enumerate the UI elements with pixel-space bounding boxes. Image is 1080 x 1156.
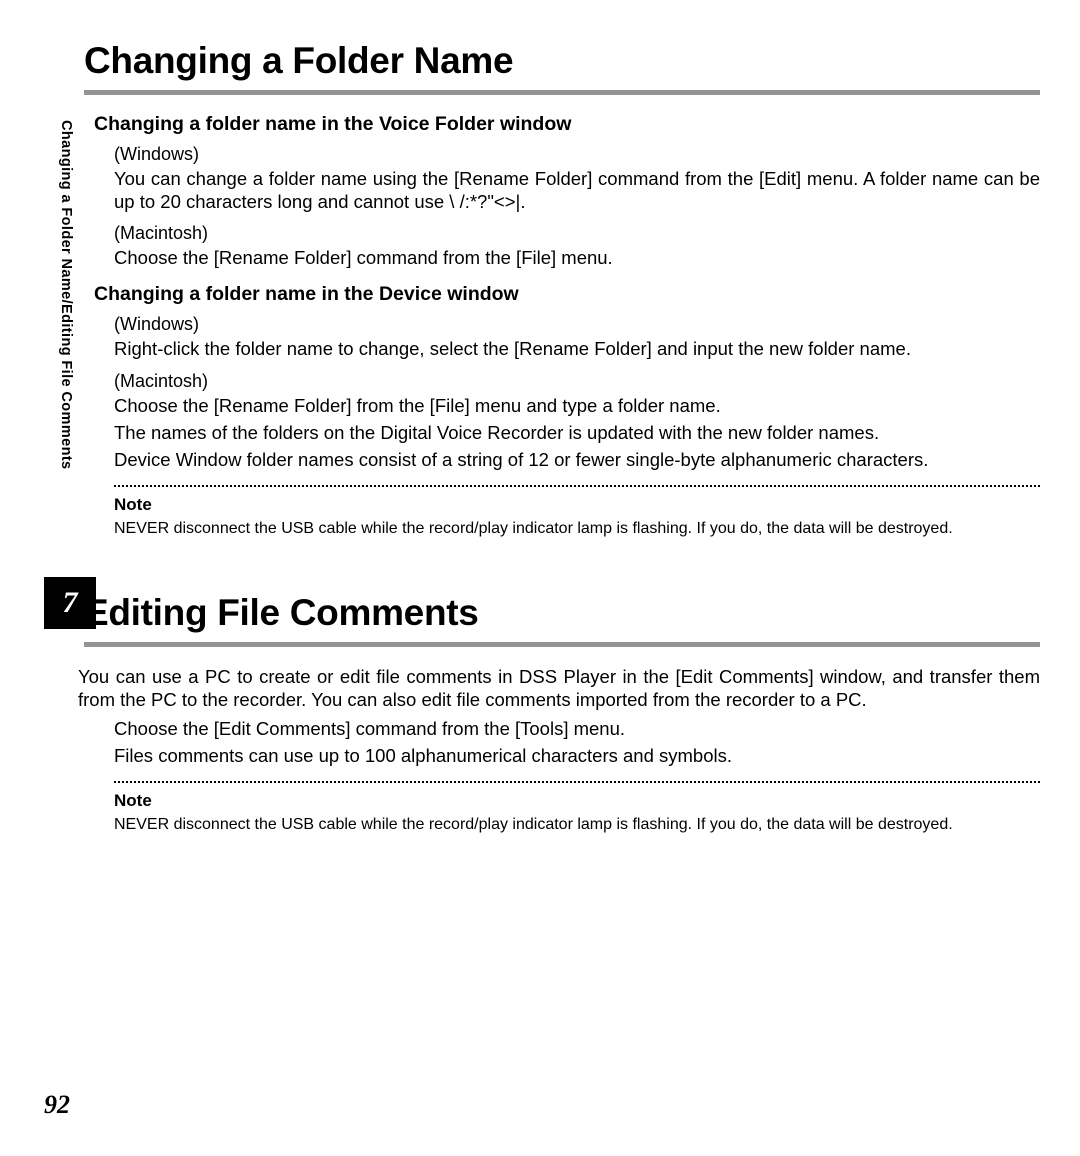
note1-text: NEVER disconnect the USB cable while the… bbox=[114, 519, 1040, 540]
chapter-number-box: 7 bbox=[44, 577, 96, 629]
sub2-mac-text2: The names of the folders on the Digital … bbox=[114, 421, 1040, 444]
sub1-mac-text: Choose the [Rename Folder] command from … bbox=[114, 246, 1040, 269]
sub2-mac-text1: Choose the [Rename Folder] from the [Fil… bbox=[114, 394, 1040, 417]
sub2-heading: Changing a folder name in the Device win… bbox=[94, 283, 1040, 306]
dotted-rule-1 bbox=[114, 485, 1040, 487]
note2-text: NEVER disconnect the USB cable while the… bbox=[114, 815, 1040, 836]
dotted-rule-2 bbox=[114, 781, 1040, 783]
note2-label: Note bbox=[114, 791, 1040, 811]
section2-line2: Files comments can use up to 100 alphanu… bbox=[114, 744, 1040, 767]
sub1-mac-label: (Macintosh) bbox=[114, 223, 1040, 244]
section2-intro: You can use a PC to create or edit file … bbox=[78, 665, 1040, 711]
sub2-mac-text3: Device Window folder names consist of a … bbox=[114, 448, 1040, 471]
sub2-win-label: (Windows) bbox=[114, 314, 1040, 335]
page-number: 92 bbox=[44, 1090, 70, 1120]
sub2-win-text: Right-click the folder name to change, s… bbox=[114, 337, 1040, 360]
sub1-win-text: You can change a folder name using the [… bbox=[114, 167, 1040, 213]
section2-line1: Choose the [Edit Comments] command from … bbox=[114, 717, 1040, 740]
section2-rule bbox=[84, 642, 1040, 647]
sub1-win-label: (Windows) bbox=[114, 144, 1040, 165]
section1-title: Changing a Folder Name bbox=[84, 40, 1040, 82]
sub2-mac-label: (Macintosh) bbox=[114, 371, 1040, 392]
sub1-heading: Changing a folder name in the Voice Fold… bbox=[94, 113, 1040, 136]
side-tab-label: Changing a Folder Name/Editing File Comm… bbox=[58, 120, 74, 470]
section2-title: Editing File Comments bbox=[84, 592, 1040, 634]
section1-rule bbox=[84, 90, 1040, 95]
note1-label: Note bbox=[114, 495, 1040, 515]
